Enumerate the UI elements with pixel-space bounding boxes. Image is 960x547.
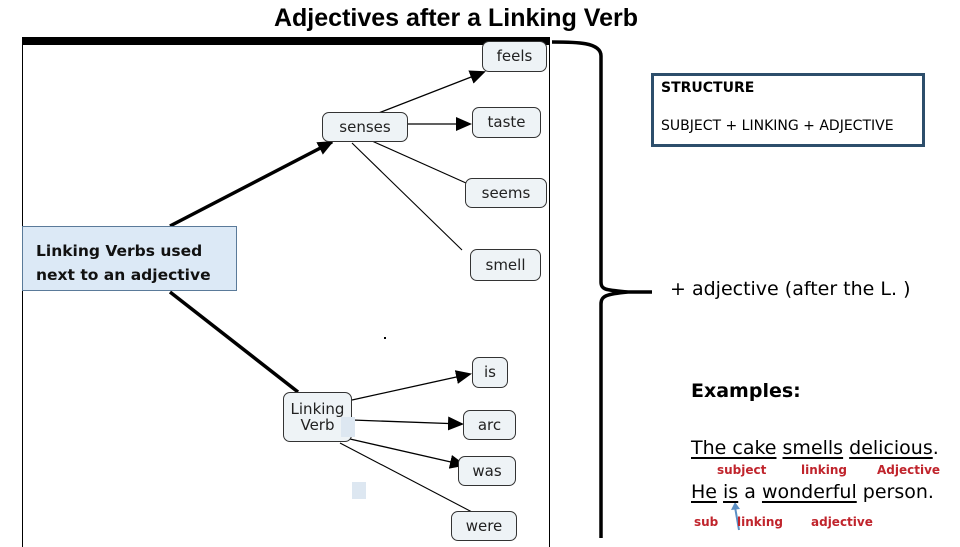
s2-linking: is xyxy=(723,481,739,503)
node-linking-verb-line2: Verb xyxy=(300,416,335,434)
examples-label: Examples: xyxy=(691,380,801,402)
connector-linking-is xyxy=(351,370,472,401)
node-is: is xyxy=(472,357,508,388)
example-sentence-1: The cake smells delicious. xyxy=(691,437,939,459)
node-feels: feels xyxy=(482,41,547,72)
example-sentence-2: He is a wonderful person. xyxy=(691,481,934,503)
connector-linking-arc xyxy=(351,416,464,431)
s1-adjective: delicious xyxy=(849,437,933,459)
node-taste: taste xyxy=(472,107,541,138)
node-linking-verb-line1: Linking xyxy=(290,399,345,418)
connector-senses-feels xyxy=(375,70,486,115)
s2-tag-adjective: adjective xyxy=(811,515,873,529)
structure-formula: SUBJECT + LINKING + ADJECTIVE xyxy=(661,118,894,134)
node-senses: senses xyxy=(322,112,408,142)
s2-adjective: wonderful xyxy=(761,481,857,503)
node-smell: smell xyxy=(470,249,541,281)
connector-senses-smell xyxy=(351,142,463,251)
artifact-dot xyxy=(384,337,386,339)
structure-box: STRUCTURE SUBJECT + LINKING + ADJECTIVE xyxy=(651,73,925,147)
s2-tag-linking: linking xyxy=(737,515,783,529)
callout-line2: next to an adjective xyxy=(36,266,211,284)
s1-end: . xyxy=(932,437,939,459)
s2-middle: a xyxy=(744,481,756,503)
s2-subject: He xyxy=(691,481,717,503)
connector-callout-linking xyxy=(168,290,300,394)
structure-heading: STRUCTURE xyxy=(661,80,755,96)
connector-linking-was xyxy=(349,438,466,469)
s2-end: person. xyxy=(862,481,934,503)
s1-tag-adjective: Adjective xyxy=(877,463,941,477)
s1-subject: The cake xyxy=(691,437,777,459)
node-seems: seems xyxy=(465,178,547,208)
connector-callout-senses xyxy=(169,140,334,228)
node-were: were xyxy=(451,511,517,541)
artifact-square xyxy=(341,417,355,437)
callout-line1: Linking Verbs used xyxy=(36,242,203,260)
s2-tag-subject: sub xyxy=(694,515,719,529)
artifact-square xyxy=(352,482,366,499)
linking-verbs-callout: Linking Verbs used next to an adjective xyxy=(22,226,237,291)
s1-tag-subject: subject xyxy=(717,463,767,477)
connector-linking-were xyxy=(339,442,473,513)
plus-adjective-note: + adjective (after the L. ) xyxy=(670,278,911,300)
curly-brace xyxy=(551,40,652,538)
s1-linking: smells xyxy=(782,437,844,459)
node-arc: arc xyxy=(463,410,516,440)
node-was: was xyxy=(458,456,516,486)
s1-tag-linking: linking xyxy=(801,463,847,477)
